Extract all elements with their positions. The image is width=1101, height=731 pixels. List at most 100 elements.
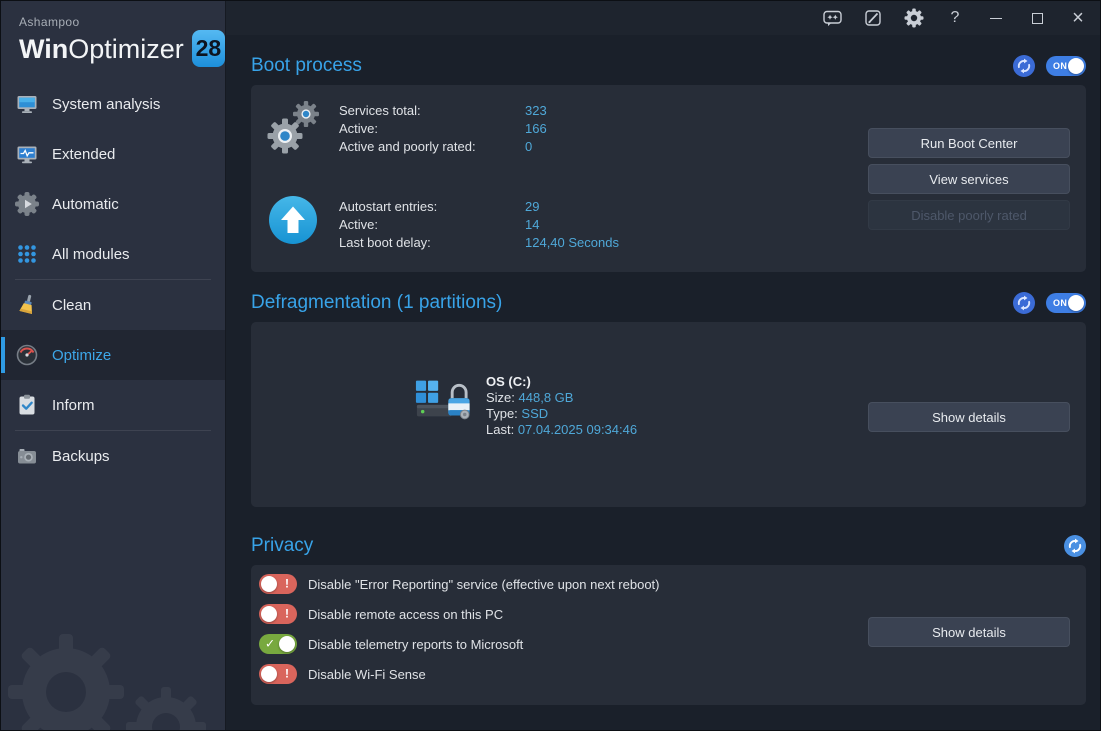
- privacy-toggle-label: Disable "Error Reporting" service (effec…: [308, 577, 660, 592]
- error-reporting-toggle[interactable]: !: [259, 574, 297, 594]
- boot-section-title: Boot process: [251, 55, 1013, 77]
- maximize-icon[interactable]: [1026, 7, 1048, 29]
- boot-up-arrow-icon: [268, 195, 318, 245]
- telemetry-toggle[interactable]: ✓: [259, 634, 297, 654]
- stat-row: Active:166: [339, 120, 547, 138]
- toggle-glyph: !: [285, 577, 289, 591]
- disable-poorly-rated-button: Disable poorly rated: [868, 200, 1070, 230]
- privacy-row: ✓ Disable telemetry reports to Microsoft: [259, 629, 660, 659]
- close-icon[interactable]: ×: [1067, 7, 1089, 29]
- sidebar-nav: System analysis Extended Automatic All m…: [1, 79, 225, 481]
- toggle-glyph: ✓: [265, 637, 275, 651]
- gears-icon: [265, 97, 323, 155]
- sidebar-item-backups[interactable]: Backups: [1, 431, 225, 481]
- app-window: Ashampoo WinOptimizer 28 System analysis…: [0, 0, 1101, 731]
- wifi-sense-toggle[interactable]: !: [259, 664, 297, 684]
- sidebar-item-system-analysis[interactable]: System analysis: [1, 79, 225, 129]
- drive-row: Last: 07.04.2025 09:34:46: [486, 422, 637, 438]
- camera-icon: [15, 444, 39, 468]
- toggle-knob: [1068, 295, 1084, 311]
- sidebar-item-label: Inform: [52, 397, 95, 414]
- drive-row: Type: SSD: [486, 406, 637, 422]
- stat-row: Active and poorly rated:0: [339, 138, 547, 156]
- drive-lock-icon: [414, 374, 472, 426]
- toggle-knob: [279, 636, 295, 652]
- stat-row: Last boot delay:124,40 Seconds: [339, 234, 619, 252]
- refresh-icon[interactable]: [1013, 55, 1035, 77]
- boot-buttons: Run Boot Center View services Disable po…: [868, 128, 1070, 230]
- sidebar-item-label: All modules: [52, 246, 130, 263]
- speedometer-icon: [15, 343, 39, 367]
- defrag-section-title: Defragmentation (1 partitions): [251, 292, 1013, 314]
- toggle-on-label: ON: [1053, 61, 1067, 71]
- help-icon[interactable]: ?: [944, 7, 966, 29]
- sidebar-item-label: Automatic: [52, 196, 119, 213]
- autostart-stats: Autostart entries:29 Active:14 Last boot…: [339, 198, 619, 252]
- main-content: Boot process ON Services total:323 Activ…: [251, 47, 1086, 705]
- privacy-row: ! Disable Wi-Fi Sense: [259, 659, 660, 689]
- feedback-icon[interactable]: [821, 7, 843, 29]
- clipboard-icon: [15, 393, 39, 417]
- company-name: Ashampoo: [19, 15, 225, 29]
- version-badge: 28: [192, 30, 225, 67]
- app-logo: Ashampoo WinOptimizer 28: [1, 1, 225, 81]
- minimize-icon[interactable]: [985, 7, 1007, 29]
- toggle-glyph: !: [285, 667, 289, 681]
- remote-access-toggle[interactable]: !: [259, 604, 297, 624]
- stat-row: Services total:323: [339, 102, 547, 120]
- notes-icon[interactable]: [862, 7, 884, 29]
- sidebar-item-all-modules[interactable]: All modules: [1, 229, 225, 279]
- toggle-on-label: ON: [1053, 298, 1067, 308]
- sidebar-item-label: Extended: [52, 146, 115, 163]
- toggle-knob: [261, 666, 277, 682]
- defrag-show-details-button[interactable]: Show details: [868, 402, 1070, 432]
- sidebar-item-label: System analysis: [52, 96, 160, 113]
- sidebar-item-label: Backups: [52, 448, 110, 465]
- defrag-panel: OS (C:) Size: 448,8 GB Type: SSD Last: 0…: [251, 322, 1086, 507]
- boot-on-toggle[interactable]: ON: [1046, 56, 1086, 76]
- privacy-row: ! Disable "Error Reporting" service (eff…: [259, 569, 660, 599]
- privacy-toggle-label: Disable remote access on this PC: [308, 607, 503, 622]
- defrag-on-toggle[interactable]: ON: [1046, 293, 1086, 313]
- monitor-icon: [15, 92, 39, 116]
- monitor-pulse-icon: [15, 142, 39, 166]
- drive-name: OS (C:): [486, 374, 637, 390]
- defrag-section-header: Defragmentation (1 partitions) ON: [251, 284, 1086, 322]
- broom-icon: [15, 293, 39, 317]
- sidebar-item-optimize[interactable]: Optimize: [1, 330, 225, 380]
- sidebar-item-label: Clean: [52, 297, 91, 314]
- sidebar-item-clean[interactable]: Clean: [1, 280, 225, 330]
- boot-section-header: Boot process ON: [251, 47, 1086, 85]
- view-services-button[interactable]: View services: [868, 164, 1070, 194]
- grid-icon: [15, 242, 39, 266]
- sidebar: Ashampoo WinOptimizer 28 System analysis…: [1, 1, 226, 731]
- settings-gear-icon[interactable]: [903, 7, 925, 29]
- toggle-knob: [261, 606, 277, 622]
- titlebar: ? ×: [226, 1, 1101, 35]
- privacy-section-title: Privacy: [251, 535, 1064, 557]
- privacy-section-header: Privacy: [251, 527, 1086, 565]
- services-stats: Services total:323 Active:166 Active and…: [339, 102, 547, 156]
- drive-row: Size: 448,8 GB: [486, 390, 637, 406]
- sidebar-item-extended[interactable]: Extended: [1, 129, 225, 179]
- toggle-knob: [1068, 58, 1084, 74]
- toggle-glyph: !: [285, 607, 289, 621]
- sidebar-item-inform[interactable]: Inform: [1, 380, 225, 430]
- refresh-icon[interactable]: [1064, 535, 1086, 557]
- product-name: WinOptimizer: [19, 34, 184, 64]
- privacy-row: ! Disable remote access on this PC: [259, 599, 660, 629]
- privacy-show-details-button[interactable]: Show details: [868, 617, 1070, 647]
- sidebar-item-label: Optimize: [52, 347, 111, 364]
- run-boot-center-button[interactable]: Run Boot Center: [868, 128, 1070, 158]
- boot-panel: Services total:323 Active:166 Active and…: [251, 85, 1086, 272]
- sidebar-item-automatic[interactable]: Automatic: [1, 179, 225, 229]
- privacy-toggle-label: Disable Wi-Fi Sense: [308, 667, 426, 682]
- privacy-toggle-label: Disable telemetry reports to Microsoft: [308, 637, 523, 652]
- privacy-panel: ! Disable "Error Reporting" service (eff…: [251, 565, 1086, 705]
- toggle-knob: [261, 576, 277, 592]
- automatic-gear-icon: [15, 192, 39, 216]
- gear-watermark: [1, 572, 226, 731]
- refresh-icon[interactable]: [1013, 292, 1035, 314]
- privacy-toggle-list: ! Disable "Error Reporting" service (eff…: [259, 569, 660, 689]
- drive-info: OS (C:) Size: 448,8 GB Type: SSD Last: 0…: [486, 374, 637, 438]
